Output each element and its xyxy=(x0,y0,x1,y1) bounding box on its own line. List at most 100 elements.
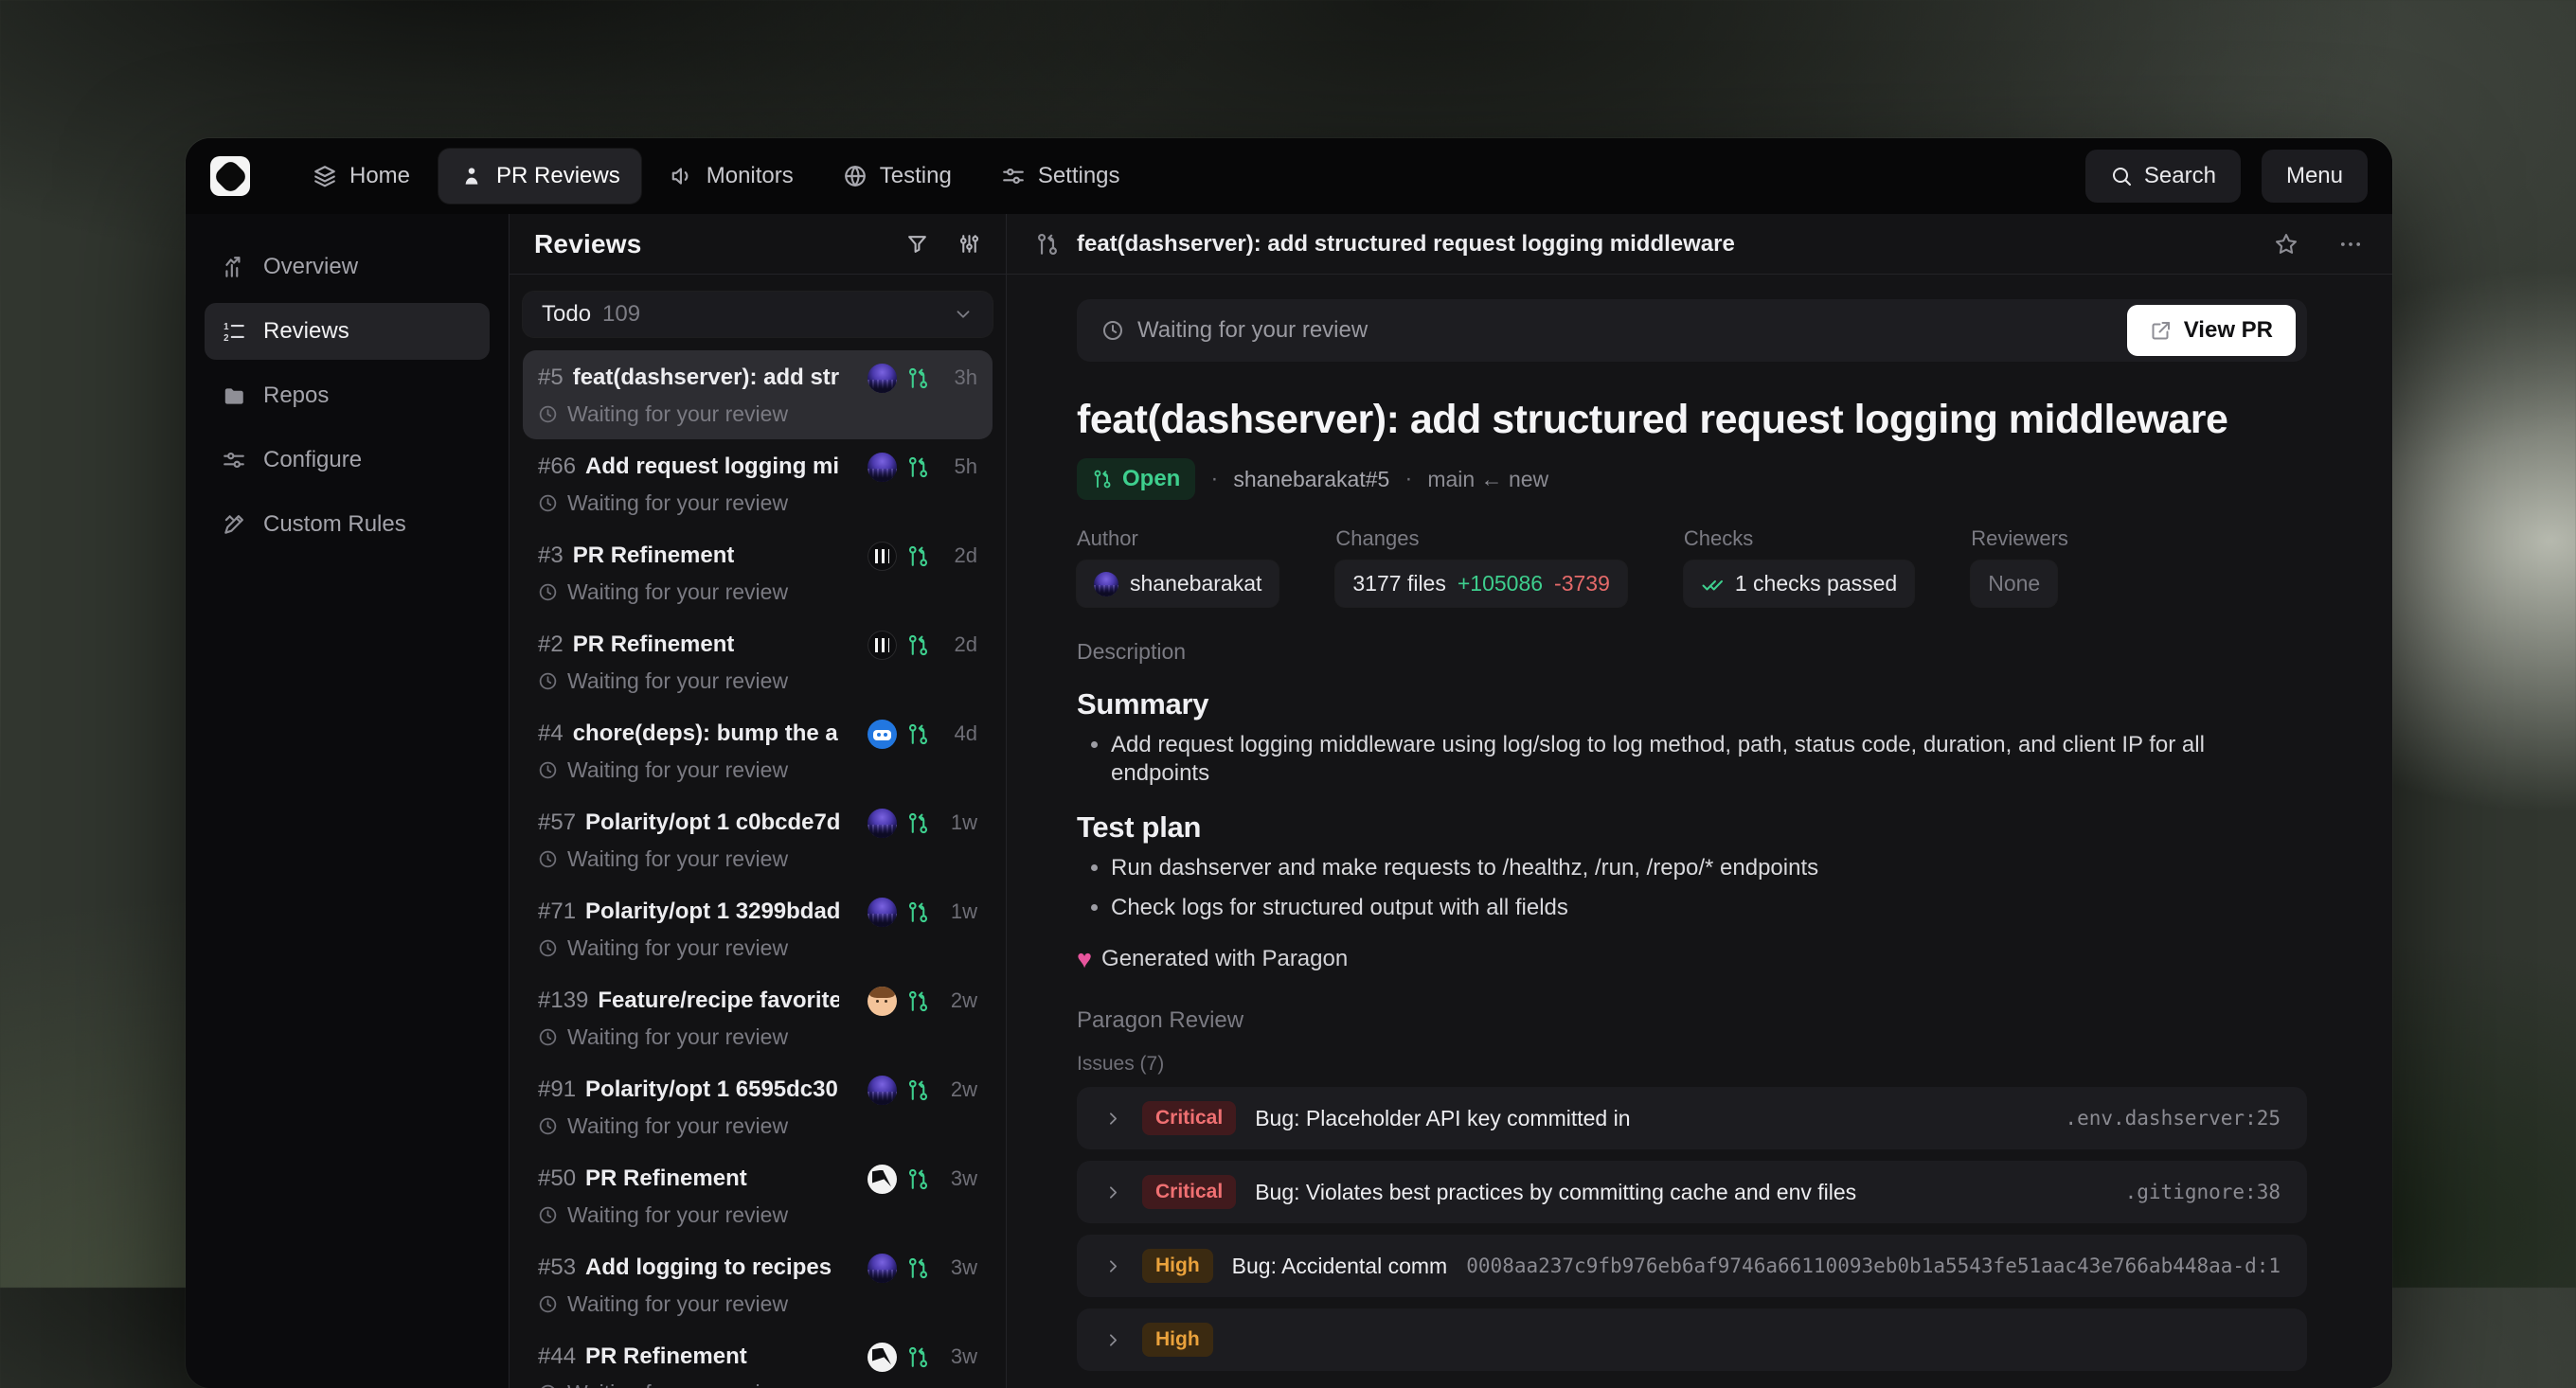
pr-status: Waiting for your review xyxy=(567,846,788,872)
reviews-panel-header: Reviews xyxy=(510,214,1006,275)
pr-age: 3w xyxy=(939,1255,977,1280)
layers-icon xyxy=(313,164,337,188)
pull-request-icon xyxy=(1092,469,1113,489)
pull-request-icon xyxy=(906,1078,930,1102)
issue-card[interactable]: Critical Bug: Violates best practices by… xyxy=(1077,1161,2307,1223)
chevron-right-icon[interactable] xyxy=(1103,1183,1123,1202)
sidebar-item-overview[interactable]: Overview xyxy=(205,239,490,295)
issue-card[interactable]: Critical Bug: Placeholder API key commit… xyxy=(1077,1087,2307,1149)
app-logo[interactable] xyxy=(210,156,250,196)
review-list-item[interactable]: #57 Polarity/opt 1 c0bcde7d 1w Waiting f… xyxy=(523,795,993,884)
testplan-heading: Test plan xyxy=(1077,812,2307,843)
pull-request-icon xyxy=(1035,232,1060,257)
summary-bullet: Add request logging middleware using log… xyxy=(1111,731,2307,788)
nav-item-monitors[interactable]: Monitors xyxy=(649,149,814,204)
clock-icon xyxy=(538,1294,558,1314)
pr-title: feat(dashserver): add structured requ… xyxy=(573,365,839,391)
files-changed: 3177 files xyxy=(1352,571,1445,596)
author-avatar xyxy=(868,542,897,571)
meta-label: Author xyxy=(1077,526,1279,551)
pr-number: #53 xyxy=(538,1255,576,1281)
pull-request-icon xyxy=(906,1256,930,1280)
nav-item-home[interactable]: Home xyxy=(292,149,431,204)
clock-icon xyxy=(538,671,558,691)
reviews-scroll-area[interactable]: #5 feat(dashserver): add structured requ… xyxy=(523,350,993,1388)
clock-icon xyxy=(538,1027,558,1047)
separator-dot: · xyxy=(1210,466,1218,492)
star-icon[interactable] xyxy=(2273,231,2299,258)
menu-button[interactable]: Menu xyxy=(2262,150,2368,203)
review-list-item[interactable]: #4 chore(deps): bump the all group acros… xyxy=(523,706,993,795)
speaker-icon xyxy=(670,164,694,188)
pr-number: #139 xyxy=(538,988,588,1014)
cupid-heart-icon: ♥ xyxy=(1077,947,1092,972)
pr-ref: shanebarakat#5 xyxy=(1233,467,1389,492)
reviewers-chip: None xyxy=(1971,561,2057,607)
chevron-right-icon[interactable] xyxy=(1103,1330,1123,1350)
sidebar-item-reviews[interactable]: Reviews xyxy=(205,303,490,360)
review-list-item[interactable]: #71 Polarity/opt 1 3299bdad 1w Waiting f… xyxy=(523,884,993,973)
review-list-item[interactable]: #3 PR Refinement 2d Waiting for your rev… xyxy=(523,528,993,617)
filter-icon[interactable] xyxy=(905,232,929,256)
review-list-item[interactable]: #50 PR Refinement 3w Waiting for your re… xyxy=(523,1151,993,1240)
issue-card[interactable]: High xyxy=(1077,1308,2307,1371)
author-avatar xyxy=(868,809,897,838)
adjustments-icon[interactable] xyxy=(957,232,981,256)
pull-request-icon xyxy=(906,722,930,746)
pr-number: #66 xyxy=(538,454,576,480)
pull-request-icon xyxy=(906,1345,930,1369)
review-list-item[interactable]: #139 Feature/recipe favorites 2w Waiting… xyxy=(523,973,993,1062)
pull-request-icon xyxy=(906,544,930,568)
issue-card[interactable]: High Bug: Accidental commit of numerous … xyxy=(1077,1235,2307,1297)
pr-number: #91 xyxy=(538,1077,576,1103)
pr-detail-scroll-area[interactable]: Waiting for your review View PR feat(das… xyxy=(1007,275,2392,1388)
review-list-item[interactable]: #5 feat(dashserver): add structured requ… xyxy=(523,350,993,439)
view-pr-button[interactable]: View PR xyxy=(2127,305,2296,356)
pr-age: 2d xyxy=(939,632,977,657)
sidebar: Overview Reviews Repos Configure Custom … xyxy=(186,214,510,1388)
author-avatar xyxy=(868,631,897,660)
pull-request-icon xyxy=(906,811,930,835)
additions-count: +105086 xyxy=(1458,571,1543,596)
pr-number: #50 xyxy=(538,1166,576,1192)
pr-meta-row: Author shanebarakat Changes 3177 files +… xyxy=(1077,526,2307,607)
nav-item-pr-reviews[interactable]: PR Reviews xyxy=(438,149,641,204)
pr-status: Waiting for your review xyxy=(567,1202,788,1228)
sidebar-item-label: Overview xyxy=(263,254,358,280)
nav-item-testing[interactable]: Testing xyxy=(822,149,973,204)
view-pr-label: View PR xyxy=(2184,317,2273,344)
review-list-item[interactable]: #44 PR Refinement 3w Waiting for your re… xyxy=(523,1329,993,1388)
pr-title: Polarity/opt 1 c0bcde7d xyxy=(585,810,839,836)
issue-title: Bug: Accidental commit of numerous xyxy=(1232,1254,1448,1279)
review-list-item[interactable]: #66 Add request logging middleware to r…… xyxy=(523,439,993,528)
sidebar-item-custom-rules[interactable]: Custom Rules xyxy=(205,496,490,553)
external-link-icon xyxy=(2150,319,2173,342)
review-list-item[interactable]: #2 PR Refinement 2d Waiting for your rev… xyxy=(523,617,993,706)
checks-text: 1 checks passed xyxy=(1735,571,1897,596)
issues-list: Critical Bug: Placeholder API key commit… xyxy=(1077,1087,2307,1371)
author-name: shanebarakat xyxy=(1130,571,1261,596)
chevron-right-icon[interactable] xyxy=(1103,1109,1123,1129)
review-list-item[interactable]: #53 Add logging to recipes routes 3w Wai… xyxy=(523,1240,993,1329)
pr-title: PR Refinement xyxy=(573,632,735,658)
pr-status: Waiting for your review xyxy=(567,1380,788,1388)
pr-state-label: Open xyxy=(1122,466,1180,492)
review-list-item[interactable]: #91 Polarity/opt 1 6595dc30 2w Waiting f… xyxy=(523,1062,993,1151)
clock-icon xyxy=(538,1383,558,1388)
sidebar-item-repos[interactable]: Repos xyxy=(205,367,490,424)
author-avatar xyxy=(868,987,897,1016)
status-filter-dropdown[interactable]: Todo 109 xyxy=(523,292,993,337)
sidebar-item-configure[interactable]: Configure xyxy=(205,432,490,489)
deletions-count: -3739 xyxy=(1554,571,1610,596)
nav-item-settings[interactable]: Settings xyxy=(980,149,1141,204)
pr-age: 3h xyxy=(939,365,977,390)
nav-item-label: Home xyxy=(349,163,410,189)
testplan-bullet: Check logs for structured output with al… xyxy=(1111,894,2307,922)
logo-diamond-icon xyxy=(212,158,248,194)
search-button[interactable]: Search xyxy=(2085,150,2241,203)
pr-title: Add logging to recipes routes xyxy=(585,1255,839,1281)
chevron-right-icon[interactable] xyxy=(1103,1256,1123,1276)
more-options-icon[interactable] xyxy=(2337,231,2364,258)
reviewers-value: None xyxy=(1988,571,2040,596)
dropdown-count-badge: 109 xyxy=(602,301,640,328)
